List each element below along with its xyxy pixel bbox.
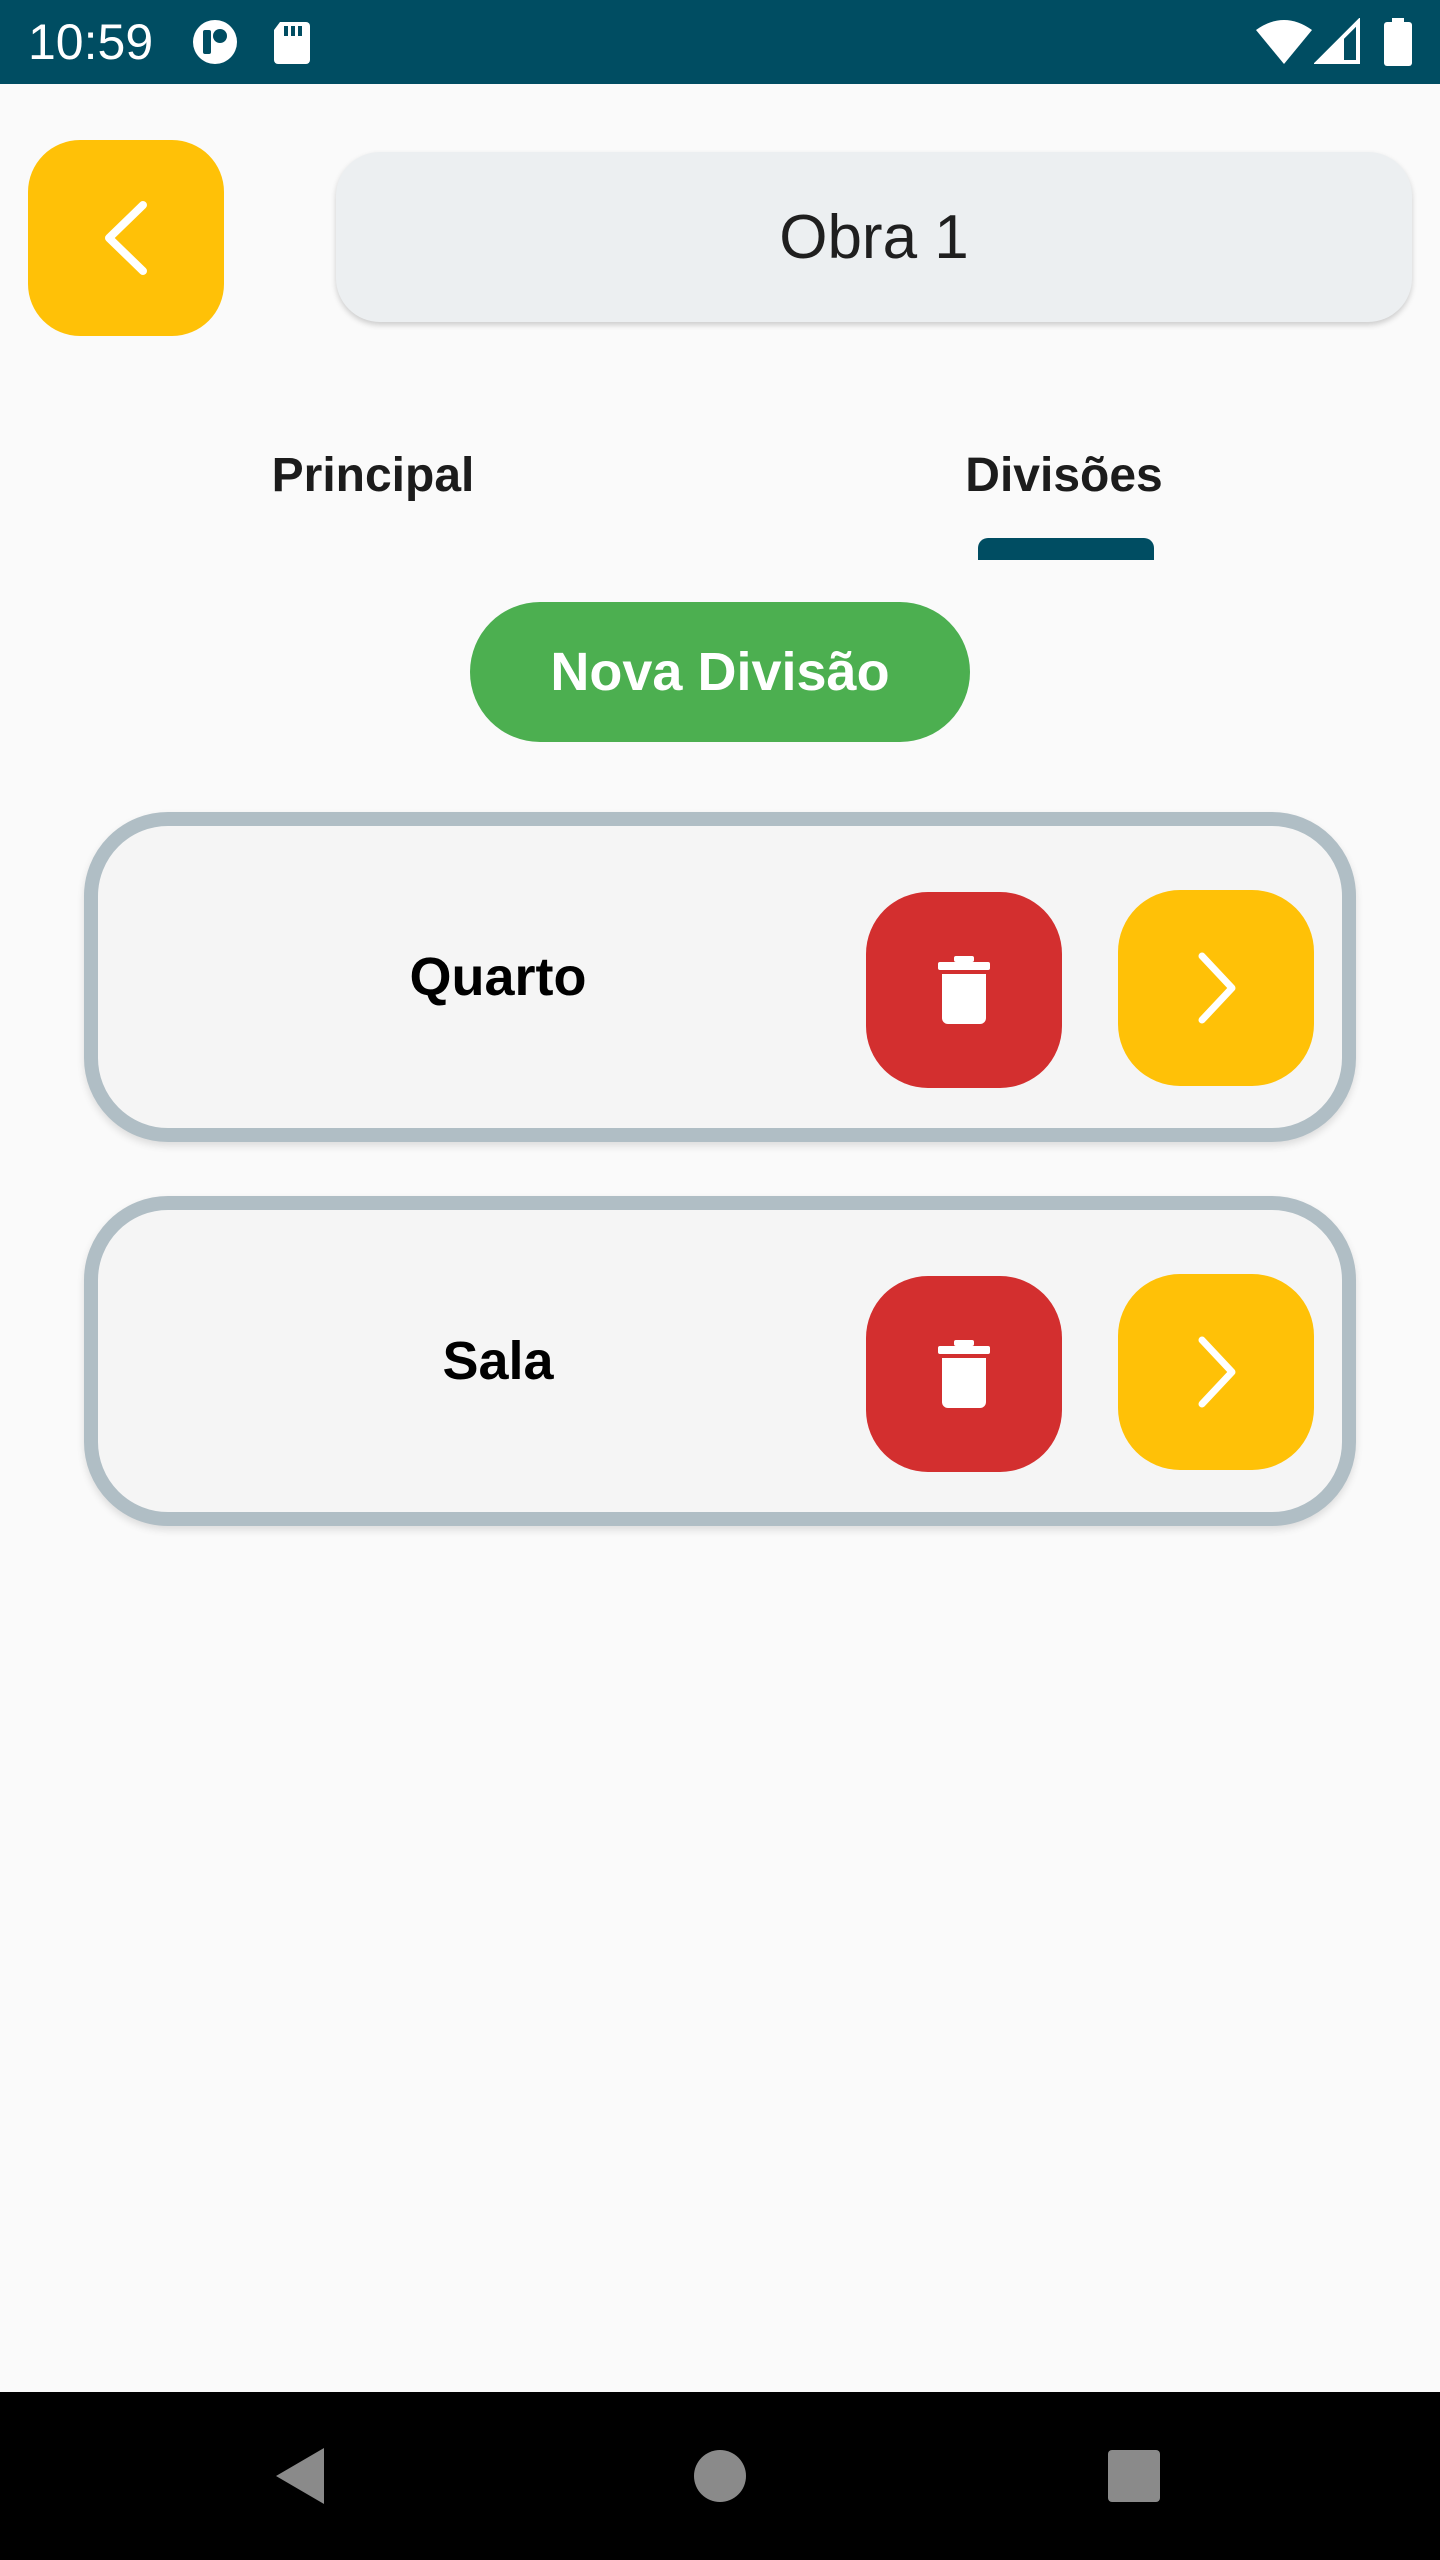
tab-principal[interactable]: Principal [0,440,746,560]
chevron-left-icon [105,201,147,275]
delete-division-button[interactable] [866,1276,1062,1472]
new-division-button[interactable]: Nova Divisão [470,602,970,742]
trash-icon [938,1340,990,1408]
division-card: Sala [84,1196,1356,1526]
navigation-bar [0,2392,1440,2560]
page-title: Obra 1 [779,202,969,272]
battery-icon [1384,18,1412,66]
new-division-label: Nova Divisão [550,642,890,702]
chevron-right-icon [1198,1336,1236,1408]
division-name: Quarto [409,947,587,1007]
status-bar: 10:59 [0,0,1440,84]
title-box: Obra 1 [336,152,1412,322]
status-time: 10:59 [28,14,154,70]
wifi-icon [1256,20,1312,64]
sd-card-icon [274,22,310,64]
back-triangle-icon [276,2448,324,2504]
nav-back-button[interactable] [260,2436,340,2516]
trash-icon [938,956,990,1024]
delete-division-button[interactable] [866,892,1062,1088]
home-circle-icon [694,2450,746,2502]
tab-selected-indicator [978,538,1154,560]
signal-icon [1314,18,1360,64]
back-button[interactable] [28,140,224,336]
nav-recents-button[interactable] [1094,2436,1174,2516]
open-division-button[interactable] [1118,1274,1314,1470]
nav-home-button[interactable] [680,2436,760,2516]
recents-square-icon [1108,2450,1160,2502]
division-card: Quarto [84,812,1356,1142]
tab-principal-label: Principal [271,449,475,502]
app-notification-icon [193,20,237,64]
division-name: Sala [442,1331,554,1391]
open-division-button[interactable] [1118,890,1314,1086]
chevron-right-icon [1198,952,1236,1024]
